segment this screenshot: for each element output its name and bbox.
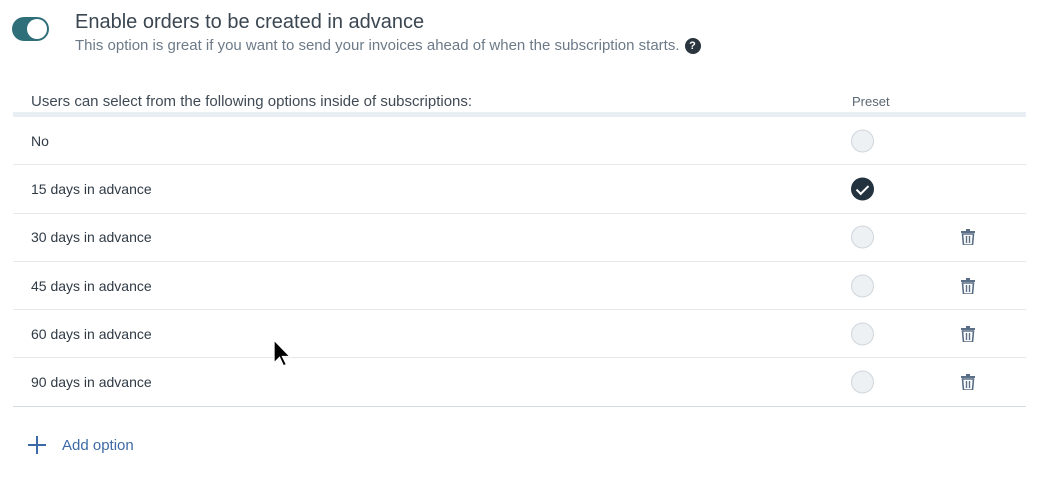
table-row: 15 days in advance xyxy=(13,165,1026,214)
preset-radio[interactable] xyxy=(851,129,874,153)
table-row: 45 days in advance xyxy=(13,262,1026,311)
plus-icon xyxy=(28,436,46,454)
preset-radio[interactable] xyxy=(851,322,874,346)
preset-radio-checked[interactable] xyxy=(851,177,874,201)
option-label: No xyxy=(31,132,49,149)
add-option-button[interactable]: Add option xyxy=(28,436,134,454)
setting-subtitle-text: This option is great if you want to send… xyxy=(75,37,680,54)
option-label: 60 days in advance xyxy=(31,325,152,342)
trash-icon[interactable] xyxy=(961,325,975,342)
table-row: No xyxy=(13,117,1026,166)
enable-advance-orders-toggle[interactable] xyxy=(12,17,49,41)
table-header: Users can select from the following opti… xyxy=(13,84,1026,117)
option-label: 15 days in advance xyxy=(31,180,152,197)
help-icon[interactable]: ? xyxy=(684,37,701,54)
option-label: 90 days in advance xyxy=(31,374,152,391)
toggle-knob xyxy=(27,19,47,39)
header-options: Users can select from the following opti… xyxy=(31,93,473,110)
preset-radio[interactable] xyxy=(851,225,874,249)
option-label: 30 days in advance xyxy=(31,229,152,246)
setting-subtitle: This option is great if you want to send… xyxy=(75,37,701,54)
mouse-cursor-icon xyxy=(273,339,292,367)
table-row: 30 days in advance xyxy=(13,214,1026,262)
option-label: 45 days in advance xyxy=(31,277,152,294)
setting-title: Enable orders to be created in advance xyxy=(75,11,425,33)
preset-radio[interactable] xyxy=(851,370,874,394)
trash-icon[interactable] xyxy=(961,229,975,246)
table-row: 60 days in advance xyxy=(13,310,1026,359)
table-row: 90 days in advance xyxy=(13,358,1026,407)
header-preset: Preset xyxy=(852,94,890,109)
trash-icon[interactable] xyxy=(961,374,975,391)
trash-icon[interactable] xyxy=(961,277,975,294)
preset-radio[interactable] xyxy=(851,274,874,298)
options-table: Users can select from the following opti… xyxy=(13,84,1026,407)
add-option-label: Add option xyxy=(62,436,134,454)
